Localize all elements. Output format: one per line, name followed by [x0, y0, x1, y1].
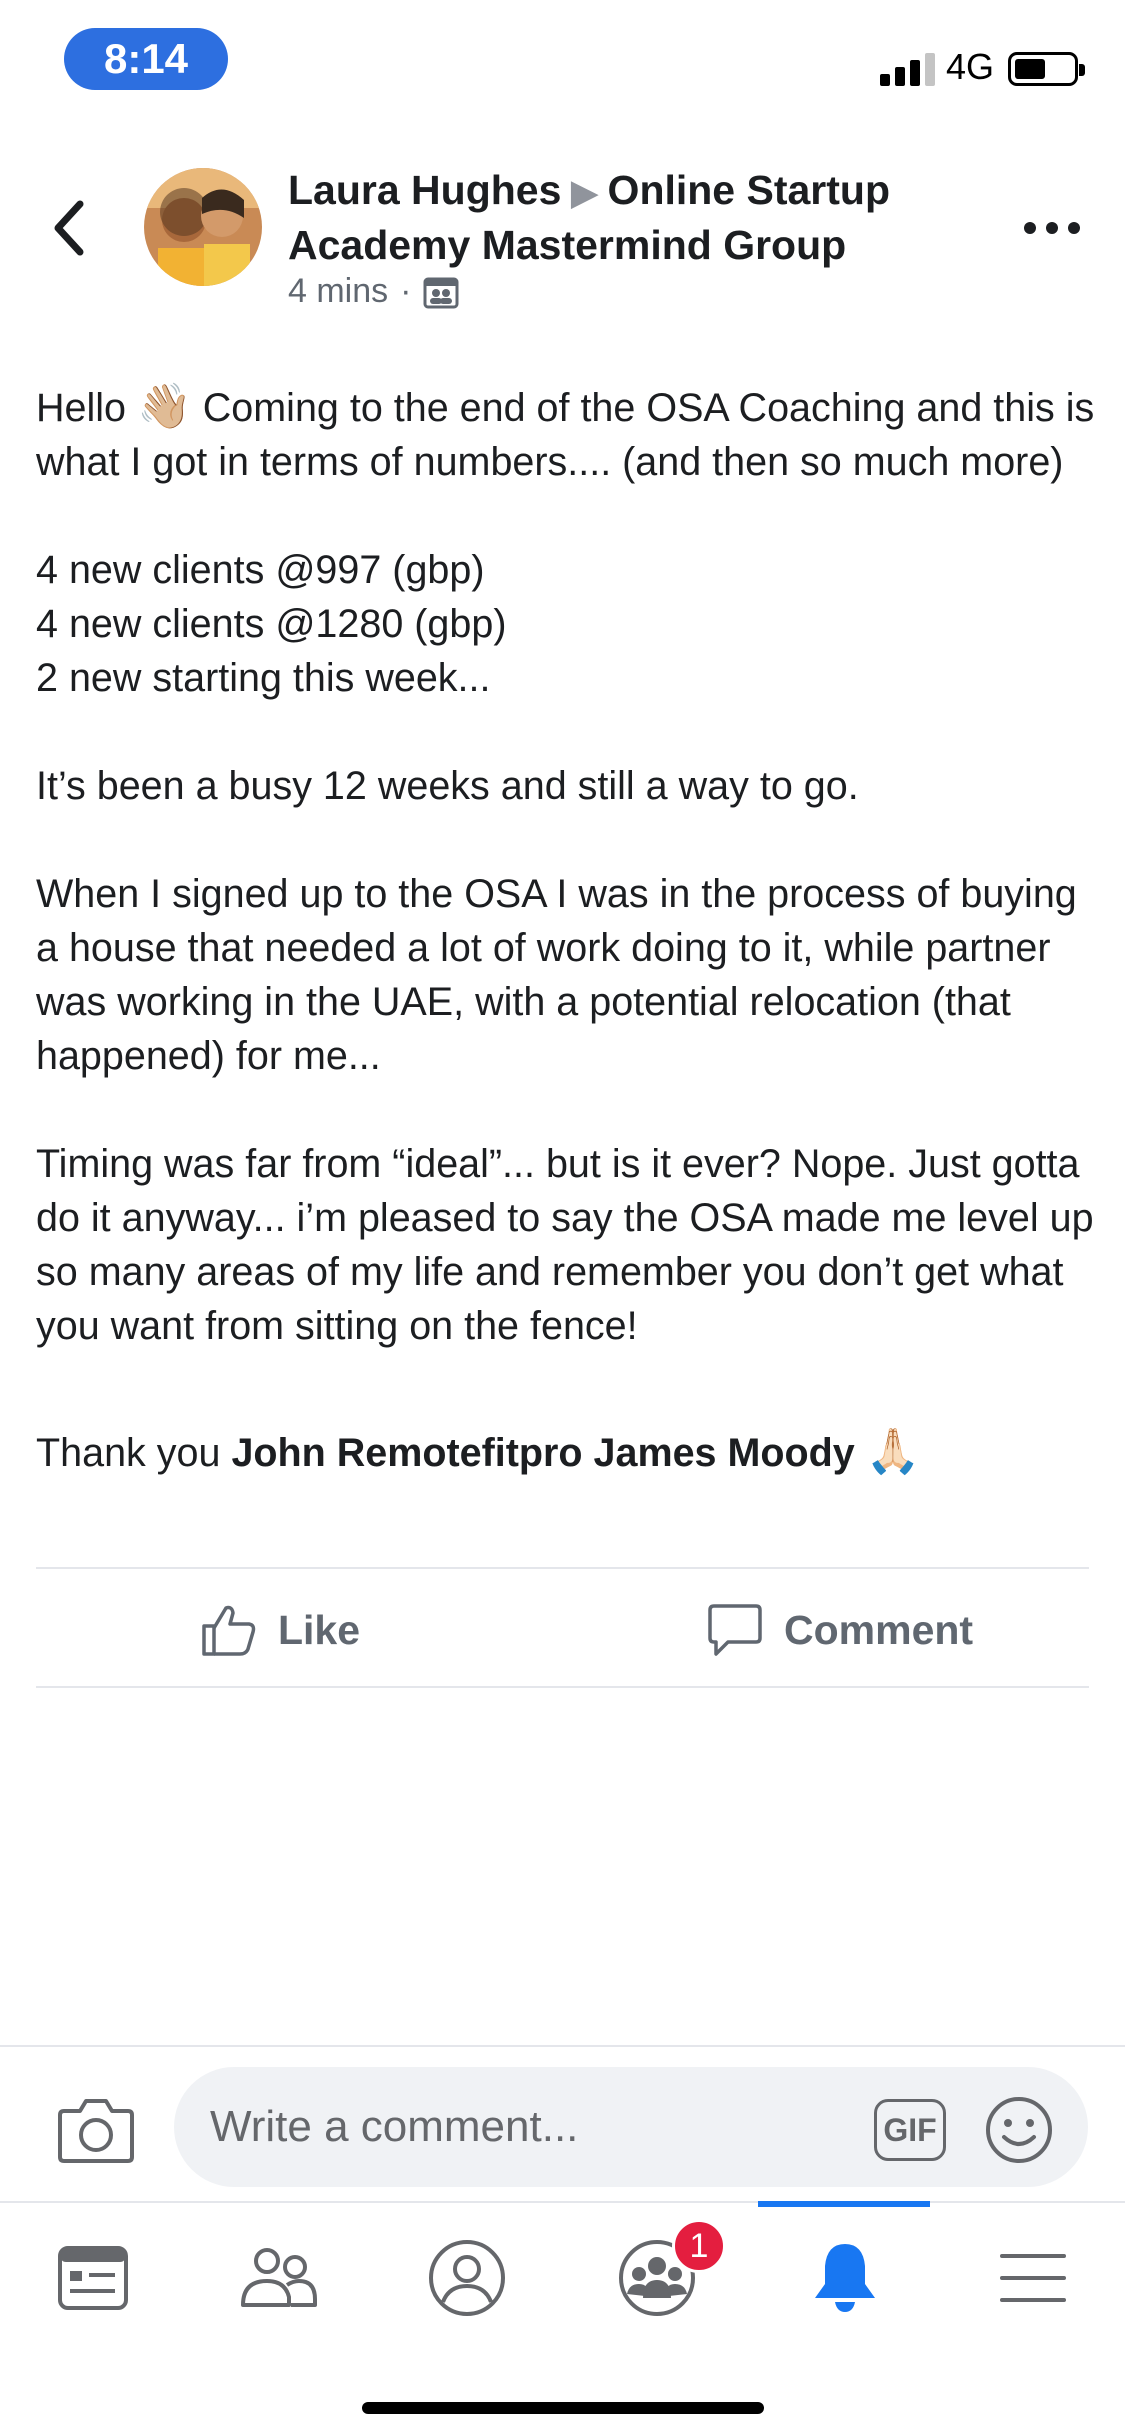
post-paragraph: When I signed up to the OSA I was in the…	[36, 872, 1077, 1078]
smiley-icon	[986, 2097, 1052, 2163]
friends-icon	[241, 2248, 317, 2307]
stat-line: 2 new starting this week...	[36, 656, 491, 700]
thumbs-up-icon	[202, 1605, 256, 1656]
post-intro: Hello 👋🏼 Coming to the end of the OSA Co…	[36, 382, 1095, 484]
comment-composer: GIF	[0, 2045, 1125, 2201]
comment-input[interactable]	[174, 2067, 1088, 2187]
camera-icon	[58, 2099, 134, 2163]
groups-notification-badge: 1	[672, 2219, 726, 2273]
camera-button[interactable]	[56, 2095, 136, 2165]
stat-line: 4 new clients @997 (gbp)	[36, 548, 485, 592]
folded-hands-emoji: 🙏🏻	[865, 1427, 921, 1476]
home-indicator[interactable]	[362, 2402, 764, 2414]
comment-label: Comment	[784, 1606, 974, 1653]
author-name[interactable]: Laura Hughes	[288, 167, 561, 213]
active-tab-indicator	[758, 2201, 930, 2207]
meta-separator: ·	[400, 272, 412, 310]
gif-button[interactable]: GIF	[874, 2099, 946, 2161]
network-type: 4G	[946, 46, 995, 87]
back-button[interactable]	[40, 190, 100, 266]
bottom-tab-bar: 1	[0, 2201, 1125, 2436]
post-paragraph: It’s been a busy 12 weeks and still a wa…	[36, 764, 859, 808]
post-body: Hello 👋🏼 Coming to the end of the OSA Co…	[36, 380, 1096, 1480]
tab-friends[interactable]	[234, 2233, 324, 2323]
waving-hand-emoji: 👋🏼	[137, 382, 192, 431]
like-button[interactable]: Like	[200, 1600, 360, 1660]
divider	[36, 1567, 1089, 1569]
comment-button[interactable]: Comment	[706, 1600, 973, 1660]
chevron-left-icon	[54, 200, 84, 256]
group-audience-icon	[423, 277, 459, 308]
author-avatar[interactable]	[144, 168, 262, 286]
more-options-button[interactable]	[1020, 208, 1084, 248]
divider	[36, 1686, 1089, 1688]
mention-link[interactable]: John Remotefitpro James Moody	[231, 1431, 854, 1475]
signal-icon	[880, 50, 938, 86]
like-label: Like	[278, 1606, 361, 1653]
tab-profile[interactable]	[422, 2233, 512, 2323]
post-header-title: Laura Hughes ▶ Online Startup Academy Mast…	[288, 164, 1008, 271]
news-feed-icon	[58, 2246, 128, 2310]
post-timestamp[interactable]: 4 mins	[288, 272, 388, 311]
post-meta: 4 mins ·	[288, 272, 459, 311]
post-paragraph: Timing was far from “ideal”... but is it…	[36, 1142, 1094, 1348]
status-time: 8:14	[64, 28, 228, 90]
status-bar: 8:14 4G	[0, 0, 1125, 132]
shared-to-arrow-icon: ▶	[571, 174, 598, 212]
tab-notifications[interactable]	[800, 2233, 890, 2323]
more-options-icon	[1024, 222, 1036, 234]
tab-news-feed[interactable]	[48, 2233, 138, 2323]
emoji-button[interactable]	[984, 2095, 1054, 2165]
post-thanks: Thank you John Remotefitpro James Moody …	[36, 1427, 921, 1476]
battery-icon	[1008, 52, 1085, 86]
tab-menu[interactable]	[988, 2233, 1078, 2323]
comment-icon	[708, 1604, 762, 1656]
stat-line: 4 new clients @1280 (gbp)	[36, 602, 507, 646]
notifications-icon	[815, 2244, 875, 2312]
menu-icon	[1000, 2254, 1066, 2302]
profile-icon	[429, 2240, 505, 2316]
